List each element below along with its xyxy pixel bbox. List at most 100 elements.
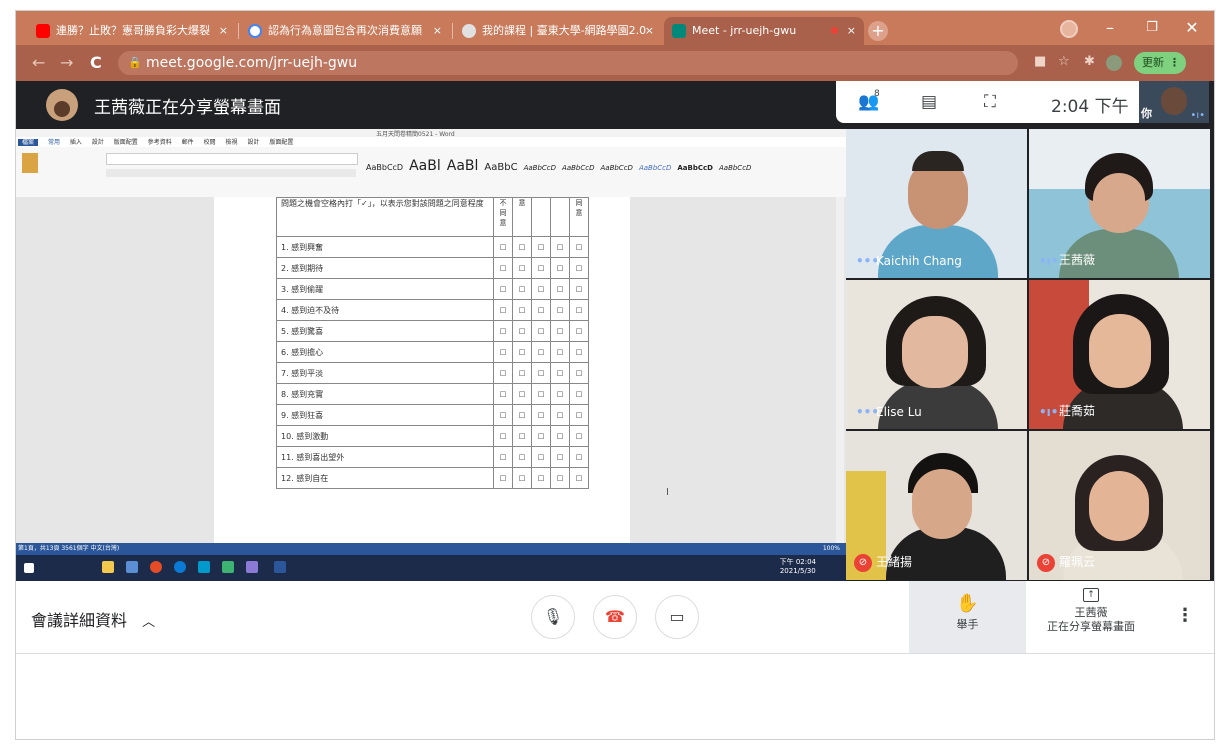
update-button[interactable]: 更新 ⋮ bbox=[1134, 52, 1186, 74]
checkbox: □ bbox=[575, 243, 583, 251]
browser-tab-youtube[interactable]: 連勝？止敗？憲哥勝負彩大爆裂 × bbox=[28, 17, 236, 45]
audio-indicator-icon: •ı• bbox=[1190, 110, 1205, 121]
presenter-bar: 王茜薇正在分享螢幕畫面 bbox=[16, 81, 846, 129]
participant-name: 王緒揚 bbox=[876, 555, 913, 569]
participant-name: 王茜薇 bbox=[1059, 253, 1096, 267]
checkbox: □ bbox=[556, 327, 564, 335]
participant-tile[interactable]: ••• Elise Lu bbox=[846, 280, 1027, 429]
meeting-details-button[interactable]: 會議詳細資料 ︿ bbox=[31, 607, 155, 631]
checkbox: □ bbox=[537, 306, 545, 314]
participant-tile[interactable]: ••• Kaichih Chang bbox=[846, 129, 1027, 278]
menu-dots-icon: ⋮ bbox=[1169, 56, 1180, 69]
participant-tile[interactable]: ⊘ 王緒揚 bbox=[846, 431, 1027, 580]
checkbox: □ bbox=[537, 327, 545, 335]
taskbar-time: 下午 02:04 bbox=[779, 558, 816, 566]
close-window-button[interactable]: ✕ bbox=[1172, 11, 1212, 45]
ribbon-tab: 檢視 bbox=[225, 139, 238, 146]
presenter-avatar bbox=[46, 89, 78, 121]
profile-icon[interactable] bbox=[1060, 20, 1078, 38]
close-tab-icon[interactable]: × bbox=[645, 17, 654, 45]
hand-icon: ✋ bbox=[956, 593, 979, 614]
checkbox: □ bbox=[575, 327, 583, 335]
maximize-button[interactable]: ❐ bbox=[1132, 11, 1172, 45]
checkbox: □ bbox=[518, 285, 526, 293]
camera-button[interactable]: ▭ bbox=[655, 595, 699, 639]
lock-icon: 🔒 bbox=[128, 56, 142, 69]
windows-start-icon bbox=[24, 563, 34, 573]
question-item: 5. 感到驚喜 bbox=[281, 326, 324, 336]
avatar[interactable] bbox=[1106, 55, 1122, 71]
checkbox: □ bbox=[518, 348, 526, 356]
checkbox: □ bbox=[499, 243, 507, 251]
ribbon-tab: 插入 bbox=[69, 139, 82, 146]
checkbox: □ bbox=[537, 390, 545, 398]
more-options-icon[interactable]: ⋮ bbox=[1176, 605, 1194, 626]
presenter-name: 王茜薇 bbox=[1074, 606, 1108, 619]
word-ribbon: AaBbCcD AaBl AaBl AaBbC AaBbCcD AaBbCcD AaBbCc… bbox=[16, 147, 846, 198]
browser-tab-meet[interactable]: Meet - jrr-uejh-gwu × bbox=[664, 17, 864, 45]
windows-taskbar: 下午 02:04 2021/5/30 bbox=[16, 555, 846, 581]
participant-tile[interactable]: •ı• 莊喬茹 bbox=[1029, 280, 1210, 429]
browser-tab-google[interactable]: 認為行為意圖包含再次消費意願 × bbox=[240, 17, 450, 45]
meet-top-controls: 👥 8 ▤ ⛶ 2:04 下午 bbox=[836, 81, 1146, 123]
checkbox: □ bbox=[499, 369, 507, 377]
tab-title: 認為行為意圖包含再次消費意願 bbox=[268, 24, 422, 37]
question-item: 3. 感到偷躍 bbox=[281, 284, 324, 294]
microphone-icon: 🎙 bbox=[542, 607, 564, 626]
new-tab-button[interactable]: + bbox=[868, 21, 888, 41]
checkbox: □ bbox=[556, 306, 564, 314]
present-screen-icon: ↑ bbox=[1083, 588, 1099, 602]
checkbox: □ bbox=[575, 453, 583, 461]
youtube-icon bbox=[36, 24, 50, 38]
checkbox: □ bbox=[575, 285, 583, 293]
table-row: 3. 感到偷躍 □ □ □ □ □ bbox=[276, 278, 589, 300]
activities-icon[interactable]: ⛶ bbox=[984, 92, 996, 112]
presenting-button[interactable]: ↑ 王茜薇 正在分享螢幕畫面 bbox=[1046, 587, 1136, 634]
document-area[interactable]: 問題之機會空格內打「✓」，以表示您對該問題之同意程度 不同意 意 同意 1. 感… bbox=[16, 197, 846, 543]
raise-hand-button[interactable]: ✋ 舉手 bbox=[909, 581, 1026, 653]
browser-tab-course[interactable]: 我的課程 | 臺東大學-網路學園2.0 × bbox=[454, 17, 662, 45]
checkbox: □ bbox=[575, 264, 583, 272]
store-icon bbox=[198, 561, 210, 573]
table-row: 9. 感到狂喜 □ □ □ □ □ bbox=[276, 404, 589, 426]
url-text: meet.google.com/jrr-uejh-gwu bbox=[146, 55, 358, 71]
star-icon[interactable]: ☆ bbox=[1058, 54, 1070, 69]
close-tab-icon[interactable]: × bbox=[219, 17, 228, 45]
audio-indicator-icon: •ı• bbox=[1039, 254, 1059, 268]
table-row: 問題之機會空格內打「✓」，以表示您對該問題之同意程度 不同意 意 同意 bbox=[276, 197, 589, 237]
ribbon-tab: 版面配置 bbox=[113, 139, 138, 146]
ribbon-tab: 常用 bbox=[47, 139, 60, 146]
close-tab-icon[interactable]: × bbox=[433, 17, 442, 45]
reload-button[interactable]: C bbox=[90, 53, 102, 72]
checkbox: □ bbox=[537, 474, 545, 482]
self-view-tile[interactable]: 你 •ı• bbox=[1139, 81, 1209, 123]
chat-icon[interactable]: ▤ bbox=[921, 92, 937, 112]
checkbox: □ bbox=[518, 474, 526, 482]
leave-call-button[interactable]: ☎ bbox=[593, 595, 637, 639]
hang-up-icon: ☎ bbox=[605, 607, 625, 626]
word-statusbar: 第1頁，共13頁 3561個字 中文(台灣) 100% bbox=[16, 543, 846, 555]
camera-icon[interactable]: ■ bbox=[1034, 54, 1046, 69]
back-button[interactable]: ← bbox=[32, 53, 45, 72]
chrome-icon bbox=[150, 561, 162, 573]
chevron-up-icon: ︿ bbox=[142, 615, 156, 630]
document-scrollbar[interactable] bbox=[836, 197, 844, 543]
participant-tile[interactable]: •ı• 王茜薇 bbox=[1029, 129, 1210, 278]
checkbox: □ bbox=[556, 411, 564, 419]
checkbox: □ bbox=[518, 453, 526, 461]
participant-tile[interactable]: ⊘ 羅珮云 bbox=[1029, 431, 1210, 580]
minimize-button[interactable]: – bbox=[1090, 11, 1130, 45]
close-tab-icon[interactable]: × bbox=[847, 17, 856, 45]
meet-control-bar: 會議詳細資料 ︿ 🎙 ☎ ▭ ✋ 舉手 ↑ 王茜薇 正在分享螢幕畫面 ⋮ bbox=[16, 581, 1214, 654]
raise-hand-label: 舉手 bbox=[956, 618, 979, 631]
update-label: 更新 bbox=[1142, 56, 1164, 69]
checkbox: □ bbox=[537, 243, 545, 251]
extension-icon[interactable]: ✱ bbox=[1084, 54, 1095, 69]
checkbox: □ bbox=[518, 369, 526, 377]
edge-icon bbox=[174, 561, 186, 573]
forward-button[interactable]: → bbox=[60, 53, 73, 72]
url-bar[interactable]: 🔒 meet.google.com/jrr-uejh-gwu bbox=[118, 51, 1018, 75]
question-item: 9. 感到狂喜 bbox=[281, 410, 324, 420]
table-row: 6. 感到擔心 □ □ □ □ □ bbox=[276, 341, 589, 363]
microphone-button[interactable]: 🎙 bbox=[531, 595, 575, 639]
